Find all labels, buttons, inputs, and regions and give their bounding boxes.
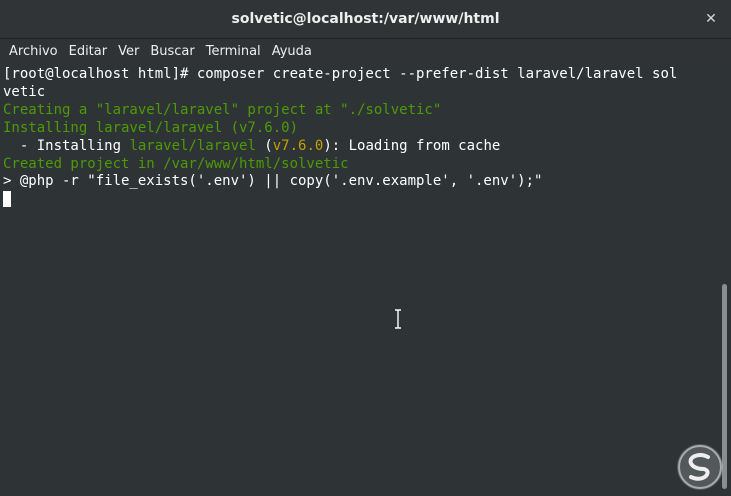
terminal-package-name: laravel/laravel bbox=[129, 137, 256, 154]
terminal-line-suffix: ): Loading from cache bbox=[323, 137, 501, 154]
terminal-line: Installing laravel/laravel (v7.6.0) bbox=[3, 119, 299, 136]
terminal-output[interactable]: [root@localhost html]# composer create-p… bbox=[0, 64, 718, 496]
close-icon: ✕ bbox=[705, 11, 717, 27]
terminal-line: Creating a "laravel/laravel" project at … bbox=[3, 101, 442, 118]
terminal-line: [root@localhost html]# composer create-p… bbox=[3, 66, 678, 82]
title-bar[interactable]: solvetic@localhost:/var/www/html ✕ bbox=[0, 0, 731, 39]
solvetic-logo bbox=[677, 444, 723, 490]
menu-buscar[interactable]: Buscar bbox=[145, 39, 199, 64]
menu-editar[interactable]: Editar bbox=[64, 39, 113, 64]
menu-ayuda[interactable]: Ayuda bbox=[267, 39, 317, 64]
terminal-text: [root@localhost html]# composer create-p… bbox=[3, 66, 677, 210]
text-cursor-icon bbox=[395, 309, 401, 329]
terminal-paren: ( bbox=[255, 137, 273, 154]
window-title: solvetic@localhost:/var/www/html bbox=[231, 11, 500, 27]
terminal-line-prefix: - Installing bbox=[3, 137, 130, 154]
terminal-line: Created project in /var/www/html/solveti… bbox=[3, 155, 349, 172]
menu-terminal[interactable]: Terminal bbox=[201, 39, 266, 64]
terminal-cursor bbox=[3, 191, 11, 208]
scrollbar[interactable] bbox=[718, 64, 731, 496]
close-button[interactable]: ✕ bbox=[699, 7, 723, 31]
menu-bar: Archivo Editar Ver Buscar Terminal Ayuda bbox=[0, 39, 731, 64]
terminal-line: > @php -r "file_exists('.env') || copy('… bbox=[3, 173, 543, 190]
terminal-line: vetic bbox=[3, 83, 46, 100]
terminal-version: v7.6.0 bbox=[272, 137, 324, 154]
menu-archivo[interactable]: Archivo bbox=[4, 39, 63, 64]
menu-ver[interactable]: Ver bbox=[113, 39, 144, 64]
terminal-window: solvetic@localhost:/var/www/html ✕ Archi… bbox=[0, 0, 731, 496]
